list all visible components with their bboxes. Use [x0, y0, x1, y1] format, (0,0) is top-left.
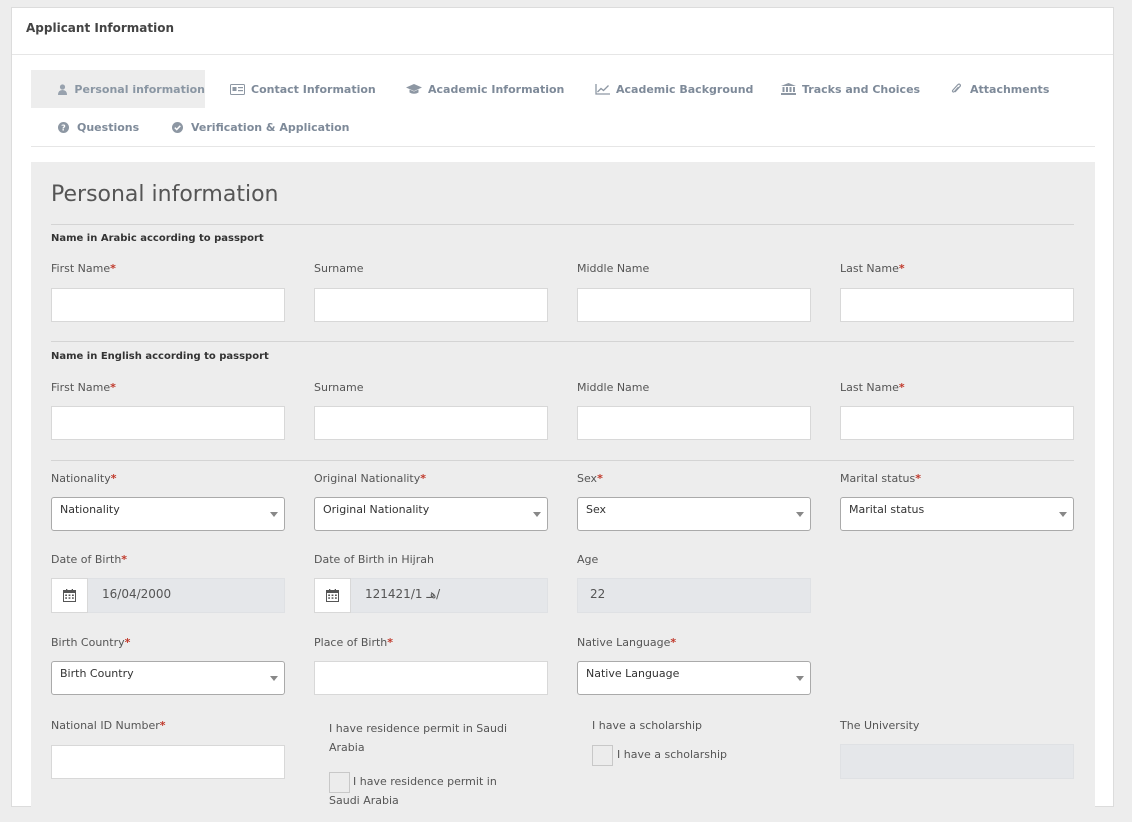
arabic-middle-name-label: Middle Name [577, 262, 650, 275]
place-of-birth-label: Place of Birth* [314, 636, 394, 649]
divider [51, 224, 1074, 225]
chevron-down-icon [1059, 512, 1067, 517]
age-label: Age [577, 553, 599, 566]
panel-title: Applicant Information [12, 8, 1113, 55]
birth-country-label: Birth Country* [51, 636, 131, 649]
tab-contact-information[interactable]: Contact Information [229, 70, 376, 108]
marital-status-label: Marital status* [840, 472, 921, 485]
marital-status-select[interactable]: Marital status [840, 497, 1074, 531]
arabic-middle-name-input[interactable] [577, 288, 811, 322]
arabic-name-section-label: Name in Arabic according to passport [51, 233, 264, 244]
scholarship-label: I have a scholarship [592, 719, 703, 732]
sex-label: Sex* [577, 472, 603, 485]
dob-hijri-label: Date of Birth in Hijrah [314, 553, 434, 566]
sex-select[interactable]: Sex [577, 497, 811, 531]
id-card-icon [229, 83, 245, 95]
tab-label: Academic Background [616, 82, 754, 96]
institution-icon [780, 83, 796, 95]
original-nationality-label: Original Nationality* [314, 472, 427, 485]
line-chart-icon [594, 83, 610, 95]
place-of-birth-input[interactable] [314, 661, 548, 695]
scholarship-checkbox-label: I have a scholarship [617, 748, 728, 761]
applicant-panel: Applicant Information Personal informati… [11, 7, 1114, 822]
svg-text:?: ? [61, 123, 66, 132]
english-name-section-label: Name in English according to passport [51, 351, 269, 362]
english-first-name-input[interactable] [51, 406, 285, 440]
arabic-surname-input[interactable] [314, 288, 548, 322]
arabic-last-name-input[interactable] [840, 288, 1074, 322]
tab-bar: Personal information Contact Information… [31, 70, 1095, 147]
tab-academic-background[interactable]: Academic Background [594, 70, 753, 108]
tab-label: Verification & Application [191, 120, 350, 134]
chevron-down-icon [533, 512, 541, 517]
original-nationality-select[interactable]: Original Nationality [314, 497, 548, 531]
calendar-icon[interactable] [314, 578, 351, 613]
english-surname-label: Surname [314, 381, 364, 394]
dob-value: 16/04/2000 [88, 578, 285, 613]
dob-label: Date of Birth* [51, 553, 128, 566]
nationality-label: Nationality* [51, 472, 117, 485]
chevron-down-icon [796, 676, 804, 681]
tab-personal-information[interactable]: Personal information [31, 70, 205, 108]
tab-label: Questions [77, 120, 140, 134]
residence-permit-checkbox-label: I have residence permit in Saudi Arabia [329, 775, 497, 807]
scholarship-checkbox[interactable] [592, 745, 613, 766]
question-circle-icon: ? [55, 121, 71, 133]
university-field [840, 744, 1074, 779]
tab-attachments[interactable]: Attachments [948, 70, 1049, 108]
university-label: The University [840, 719, 920, 732]
paperclip-icon [948, 83, 964, 95]
check-circle-icon [169, 121, 185, 133]
calendar-icon[interactable] [51, 578, 88, 613]
tab-tracks-and-choices[interactable]: Tracks and Choices [780, 70, 920, 108]
arabic-surname-label: Surname [314, 262, 364, 275]
national-id-input[interactable] [51, 745, 285, 779]
birth-country-select[interactable]: Birth Country [51, 661, 285, 695]
chevron-down-icon [270, 676, 278, 681]
chevron-down-icon [270, 512, 278, 517]
dob-hijri-datepicker[interactable]: 12هـ 1421/1/ [314, 578, 548, 613]
tab-label: Personal information [74, 82, 205, 96]
english-last-name-label: Last Name* [840, 381, 905, 394]
native-language-label: Native Language* [577, 636, 677, 649]
national-id-label: National ID Number* [51, 719, 166, 732]
english-last-name-input[interactable] [840, 406, 1074, 440]
english-middle-name-label: Middle Name [577, 381, 650, 394]
arabic-first-name-label: First Name* [51, 262, 116, 275]
tab-label: Contact Information [251, 82, 376, 96]
age-field: 22 [577, 578, 811, 613]
english-first-name-label: First Name* [51, 381, 116, 394]
tab-label: Attachments [970, 82, 1050, 96]
dob-hijri-value: 12هـ 1421/1/ [351, 578, 548, 613]
divider [51, 341, 1074, 342]
tab-label: Tracks and Choices [802, 82, 921, 96]
divider [51, 460, 1074, 461]
tab-label: Academic Information [428, 82, 565, 96]
chevron-down-icon [796, 512, 804, 517]
native-language-select[interactable]: Native Language [577, 661, 811, 695]
user-icon [56, 83, 68, 95]
arabic-last-name-label: Last Name* [840, 262, 905, 275]
tab-verification-application[interactable]: Verification & Application [169, 108, 350, 146]
dob-datepicker[interactable]: 16/04/2000 [51, 578, 285, 613]
residence-permit-label: I have residence permit in Saudi Arabia [329, 722, 508, 754]
english-surname-input[interactable] [314, 406, 548, 440]
nationality-select[interactable]: Nationality [51, 497, 285, 531]
tab-questions[interactable]: ? Questions [55, 108, 139, 146]
form-title: Personal information [51, 182, 279, 207]
english-middle-name-input[interactable] [577, 406, 811, 440]
graduation-cap-icon [406, 83, 422, 95]
personal-information-form: Personal information Name in Arabic acco… [31, 162, 1095, 822]
arabic-first-name-input[interactable] [51, 288, 285, 322]
tab-academic-information[interactable]: Academic Information [406, 70, 564, 108]
